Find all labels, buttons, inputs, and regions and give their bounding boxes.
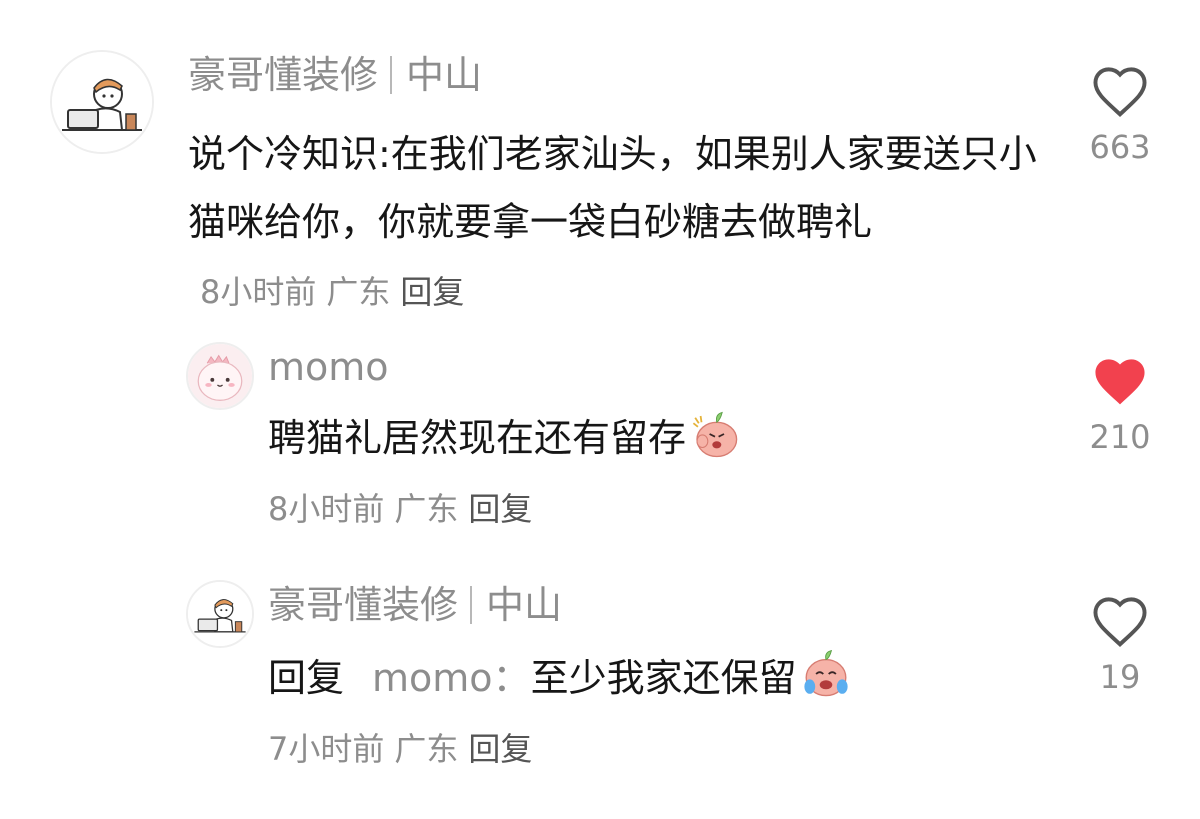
- author-name[interactable]: 豪哥懂装修: [268, 583, 458, 627]
- crying-peach-emoji: [799, 647, 853, 701]
- comment-text-block[interactable]: 说个冷知识:在我们老家汕头，如果别人家要送只小猫咪给你，你就要拿一袋白砂糖去做聘…: [188, 120, 1038, 326]
- angry-peach-emoji: [688, 407, 742, 461]
- user-avatar-illustration: [188, 582, 252, 646]
- reply-button[interactable]: 回复: [468, 730, 532, 768]
- divider: [390, 56, 393, 94]
- comment-meta: 8小时前 广东 回复: [200, 273, 474, 311]
- author-location-tag: 中山: [486, 583, 563, 627]
- comment-1: 豪哥懂装修 中山 说个冷知识:在我们老家汕头，如果别人家要送只小猫咪给你，你就要拿…: [0, 0, 1200, 320]
- mention-link[interactable]: momo：: [372, 656, 531, 700]
- comment-2: momo 聘猫礼居然现在还有留存 8小时前 广东 回复 210: [0, 320, 1200, 560]
- user-avatar-illustration: [52, 52, 152, 152]
- comment-region: 广东: [394, 490, 459, 528]
- comment-time: 7小时前: [268, 730, 385, 768]
- comment-text-block[interactable]: 聘猫礼居然现在还有留存: [268, 404, 1028, 472]
- avatar[interactable]: [186, 342, 254, 410]
- comment-3: 豪哥懂装修 中山 回复 momo：至少我家还保留 7小时前 广东 回复 19: [0, 560, 1200, 819]
- like-count: 19: [1099, 658, 1141, 696]
- comment-meta: 7小时前 广东 回复: [268, 724, 542, 770]
- author-name[interactable]: momo: [268, 345, 389, 389]
- comment-text: 至少我家还保留: [530, 656, 797, 700]
- comment-meta: 8小时前 广东 回复: [268, 484, 542, 530]
- divider: [470, 586, 473, 624]
- author-line[interactable]: 豪哥懂装修 中山: [188, 52, 482, 98]
- comment-region: 广东: [394, 730, 459, 768]
- like-button[interactable]: 663: [1080, 64, 1160, 166]
- avatar[interactable]: [50, 50, 154, 154]
- like-button[interactable]: 19: [1080, 594, 1160, 696]
- comment-text: 说个冷知识:在我们老家汕头，如果别人家要送只小猫咪给你，你就要拿一袋白砂糖去做聘…: [188, 132, 1037, 244]
- author-name[interactable]: 豪哥懂装修: [188, 53, 378, 97]
- dinosaur-avatar-illustration: [188, 344, 252, 408]
- comment-region: 广东: [326, 273, 391, 311]
- author-line[interactable]: 豪哥懂装修 中山: [268, 582, 562, 628]
- comment-text-block[interactable]: 回复 momo：至少我家还保留: [268, 644, 1028, 712]
- reply-button[interactable]: 回复: [400, 273, 464, 311]
- reply-prefix: 回复: [268, 656, 345, 700]
- heart-outline-icon: [1093, 597, 1147, 647]
- author-line[interactable]: momo: [268, 344, 389, 390]
- reply-button[interactable]: 回复: [468, 490, 532, 528]
- comment-time: 8小时前: [200, 273, 317, 311]
- avatar[interactable]: [186, 580, 254, 648]
- like-count: 210: [1089, 418, 1151, 456]
- like-button[interactable]: 210: [1080, 354, 1160, 456]
- heart-filled-icon: [1095, 359, 1145, 405]
- comment-text: 聘猫礼居然现在还有留存: [268, 416, 687, 460]
- author-location-tag: 中山: [406, 53, 483, 97]
- comment-time: 8小时前: [268, 490, 385, 528]
- heart-outline-icon: [1093, 67, 1147, 117]
- like-count: 663: [1089, 128, 1151, 166]
